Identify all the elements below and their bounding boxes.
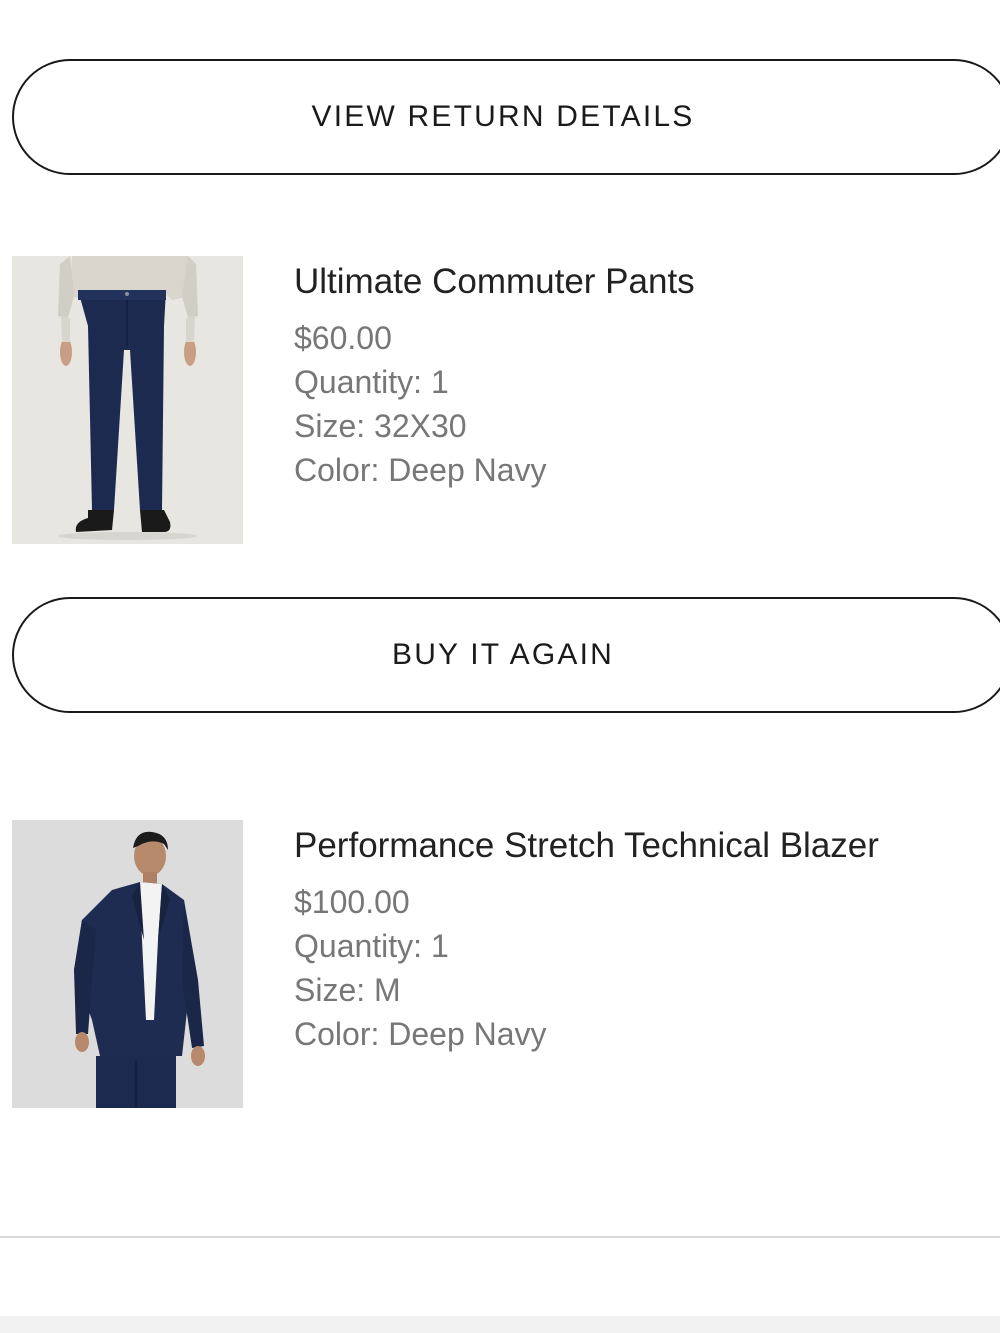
pants-product-image[interactable] [12, 256, 243, 544]
product-details: Performance Stretch Technical Blazer $10… [294, 820, 879, 1056]
product-name[interactable]: Performance Stretch Technical Blazer [294, 826, 879, 866]
section-divider [0, 1236, 1000, 1238]
buy-it-again-label: BUY IT AGAIN [391, 638, 615, 671]
order-item: Performance Stretch Technical Blazer $10… [12, 820, 1000, 1110]
buy-it-again-button[interactable]: BUY IT AGAIN [12, 597, 1000, 713]
product-size: Size: M [294, 972, 401, 1008]
order-item: Ultimate Commuter Pants $60.00 Quantity:… [12, 256, 1000, 546]
product-size: Size: 32X30 [294, 408, 467, 444]
product-color: Color: Deep Navy [294, 1016, 547, 1052]
product-price: $100.00 [294, 884, 410, 920]
product-quantity: Quantity: 1 [294, 364, 449, 400]
blazer-product-image[interactable] [12, 820, 243, 1108]
product-details: Ultimate Commuter Pants $60.00 Quantity:… [294, 256, 695, 492]
view-return-details-button[interactable]: VIEW RETURN DETAILS [12, 59, 1000, 175]
view-return-details-label: VIEW RETURN DETAILS [311, 100, 695, 133]
product-price: $60.00 [294, 320, 392, 356]
product-quantity: Quantity: 1 [294, 928, 449, 964]
footer-band [0, 1316, 1000, 1333]
product-name[interactable]: Ultimate Commuter Pants [294, 262, 695, 302]
product-color: Color: Deep Navy [294, 452, 547, 488]
